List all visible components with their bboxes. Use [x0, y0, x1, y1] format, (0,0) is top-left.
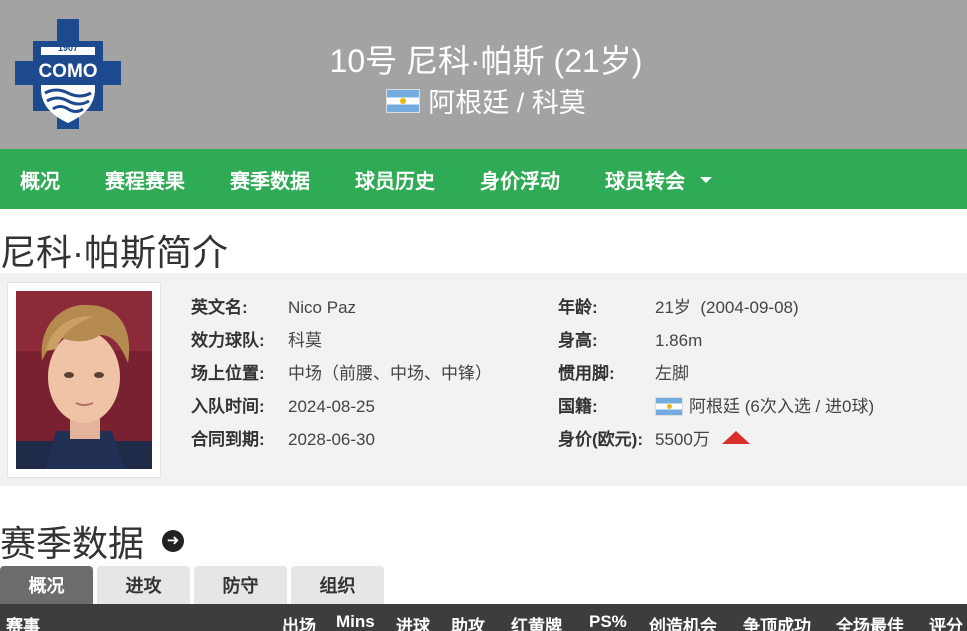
info-value: 阿根廷 (6次入选 / 进0球)	[689, 397, 875, 416]
nav-player-history[interactable]: 球员历史	[355, 165, 435, 194]
info-value-market: 5500万	[655, 423, 750, 456]
column-header[interactable]: 进球	[396, 612, 430, 631]
nav-market-value[interactable]: 身价浮动	[480, 165, 560, 194]
info-value: Nico Paz	[288, 298, 357, 317]
column-header[interactable]: 出场	[282, 612, 316, 631]
tab-attack[interactable]: 进攻	[97, 566, 190, 604]
info-label: 效力球队:	[191, 331, 265, 350]
column-header[interactable]: 红黄牌	[511, 612, 562, 631]
info-label: 场上位置:	[191, 364, 265, 383]
info-value: 左脚	[655, 364, 689, 383]
tab-defense[interactable]: 防守	[194, 566, 287, 604]
info-value-nationality: 阿根廷 (6次入选 / 进0球)	[655, 390, 874, 423]
info-row-join-date: 入队时间: 2024-08-25	[191, 390, 492, 423]
info-value: 中场（前腰、中场、中锋）	[288, 364, 492, 383]
player-photo-image	[16, 291, 152, 469]
info-row-team: 效力球队: 科莫	[191, 324, 492, 357]
info-label: 惯用脚:	[558, 364, 615, 383]
info-label: 身价(欧元):	[558, 430, 643, 449]
info-value: 2024-08-25	[288, 397, 375, 416]
argentina-flag-icon	[386, 88, 421, 113]
intro-title: 尼科·帕斯简介	[0, 232, 228, 273]
info-label: 英文名:	[191, 298, 248, 317]
player-header: 1907 COMO 10号 尼科·帕斯 (21岁) 阿根廷 / 科莫	[0, 0, 967, 149]
nav-transfers[interactable]: 球员转会	[605, 165, 712, 194]
nav-fixtures-results[interactable]: 赛程赛果	[105, 165, 185, 194]
info-row-english-name: 英文名: Nico Paz	[191, 291, 492, 324]
info-value: 2028-06-30	[288, 430, 375, 449]
season-title-text: 赛季数据	[0, 523, 145, 564]
nav-transfers-label: 球员转会	[605, 170, 685, 193]
info-value: 1.86m	[655, 331, 703, 350]
profile-info-left: 英文名: Nico Paz 效力球队: 科莫 场上位置: 中场（前腰、中场、中锋…	[191, 291, 492, 456]
info-row-contract-end: 合同到期: 2028-06-30	[191, 423, 492, 456]
argentina-flag-icon	[655, 397, 683, 416]
season-table-header: 赛事 出场 Mins 进球 助攻 红黄牌 PS% 创造机会 争顶成功 全场最佳 …	[0, 604, 967, 631]
info-row-position: 场上位置: 中场（前腰、中场、中锋）	[191, 357, 492, 390]
profile-info-right: 年龄: 21岁 (2004-09-08) 身高: 1.86m 惯用脚: 左脚 国…	[558, 291, 874, 456]
info-row-height: 身高: 1.86m	[558, 324, 874, 357]
column-header[interactable]: PS%	[589, 612, 627, 631]
info-label: 入队时间:	[191, 397, 265, 416]
column-header[interactable]: Mins	[336, 612, 375, 631]
player-photo	[7, 282, 161, 478]
season-title: 赛季数据 ➜	[0, 515, 185, 567]
column-header[interactable]: 全场最佳	[836, 612, 904, 631]
season-tabs: 概况 进攻 防守 组织	[0, 566, 388, 604]
player-nav: 概况 赛程赛果 赛季数据 球员历史 身价浮动 球员转会	[0, 149, 967, 209]
column-header[interactable]: 争顶成功	[743, 612, 811, 631]
tab-overview[interactable]: 概况	[0, 566, 93, 604]
info-value: 21岁 (2004-09-08)	[655, 298, 799, 317]
column-header[interactable]: 评分	[929, 612, 963, 631]
column-header[interactable]: 创造机会	[649, 612, 717, 631]
nav-season-stats[interactable]: 赛季数据	[230, 165, 310, 194]
player-subtitle: 阿根廷 / 科莫	[0, 81, 967, 120]
up-arrow-icon	[721, 431, 750, 444]
info-value: 科莫	[288, 331, 322, 350]
info-label: 年龄:	[558, 298, 598, 317]
column-header[interactable]: 助攻	[451, 612, 485, 631]
info-value: 5500万	[655, 430, 710, 449]
info-row-market-value: 身价(欧元): 5500万	[558, 423, 874, 456]
info-row-age: 年龄: 21岁 (2004-09-08)	[558, 291, 874, 324]
tab-organization[interactable]: 组织	[291, 566, 384, 604]
info-label: 身高:	[558, 331, 598, 350]
player-country-club: 阿根廷 / 科莫	[428, 88, 586, 118]
info-label: 国籍:	[558, 397, 598, 416]
chevron-down-icon[interactable]	[700, 177, 712, 183]
arrow-circle-right-icon[interactable]: ➜	[162, 530, 185, 552]
column-header[interactable]: 赛事	[6, 612, 40, 631]
nav-overview[interactable]: 概况	[20, 165, 60, 194]
info-label: 合同到期:	[191, 430, 265, 449]
player-title: 10号 尼科·帕斯 (21岁)	[329, 43, 643, 79]
info-row-nationality: 国籍: 阿根廷 (6次入选 / 进0球)	[558, 390, 874, 423]
info-row-preferred-foot: 惯用脚: 左脚	[558, 357, 874, 390]
